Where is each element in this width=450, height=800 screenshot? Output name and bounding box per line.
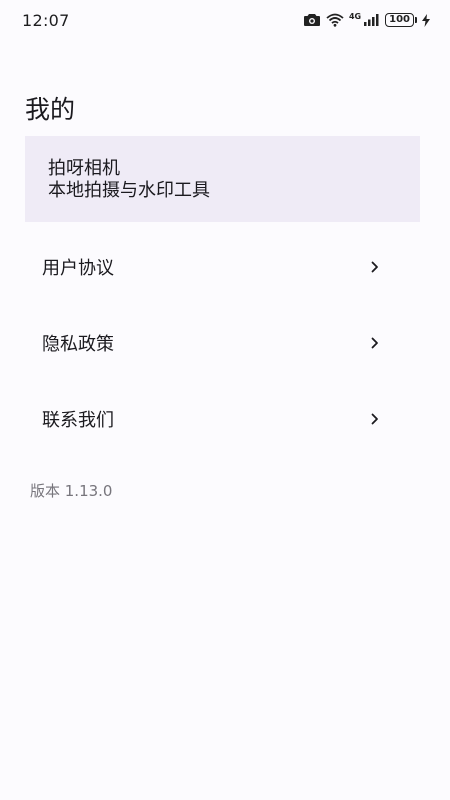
app-name: 拍呀相机 xyxy=(48,158,120,179)
status-time: 12:07 xyxy=(22,10,70,30)
status-bar: 12:07 4G 100 xyxy=(0,0,450,40)
signal-icon xyxy=(364,13,380,27)
menu-item-label: 用户协议 xyxy=(42,258,114,279)
chevron-right-icon xyxy=(370,260,380,274)
status-icons: 4G 100 xyxy=(303,11,430,27)
network-type-label: 4G xyxy=(348,11,362,21)
charging-icon xyxy=(422,13,430,27)
version-text: 版本 1.13.0 xyxy=(30,482,113,500)
my-page-screen: 12:07 4G 100 我的 拍呀相机 本地拍摄与水印工具 用户协议 隐私政策… xyxy=(0,0,450,800)
camera-icon xyxy=(303,13,321,27)
page-title: 我的 xyxy=(25,95,76,124)
battery-icon: 100 xyxy=(385,13,414,27)
menu-item-contact-us[interactable]: 联系我们 xyxy=(25,389,420,449)
menu-item-label: 联系我们 xyxy=(42,410,114,431)
battery-tip xyxy=(415,17,417,23)
battery-level: 100 xyxy=(389,14,410,25)
chevron-right-icon xyxy=(370,336,380,350)
chevron-right-icon xyxy=(370,412,380,426)
app-tagline: 本地拍摄与水印工具 xyxy=(48,180,210,201)
wifi-icon xyxy=(326,13,344,27)
menu-item-label: 隐私政策 xyxy=(42,334,114,355)
menu-item-user-agreement[interactable]: 用户协议 xyxy=(25,237,420,297)
app-info-card: 拍呀相机 本地拍摄与水印工具 xyxy=(25,136,420,222)
menu-item-privacy-policy[interactable]: 隐私政策 xyxy=(25,313,420,373)
